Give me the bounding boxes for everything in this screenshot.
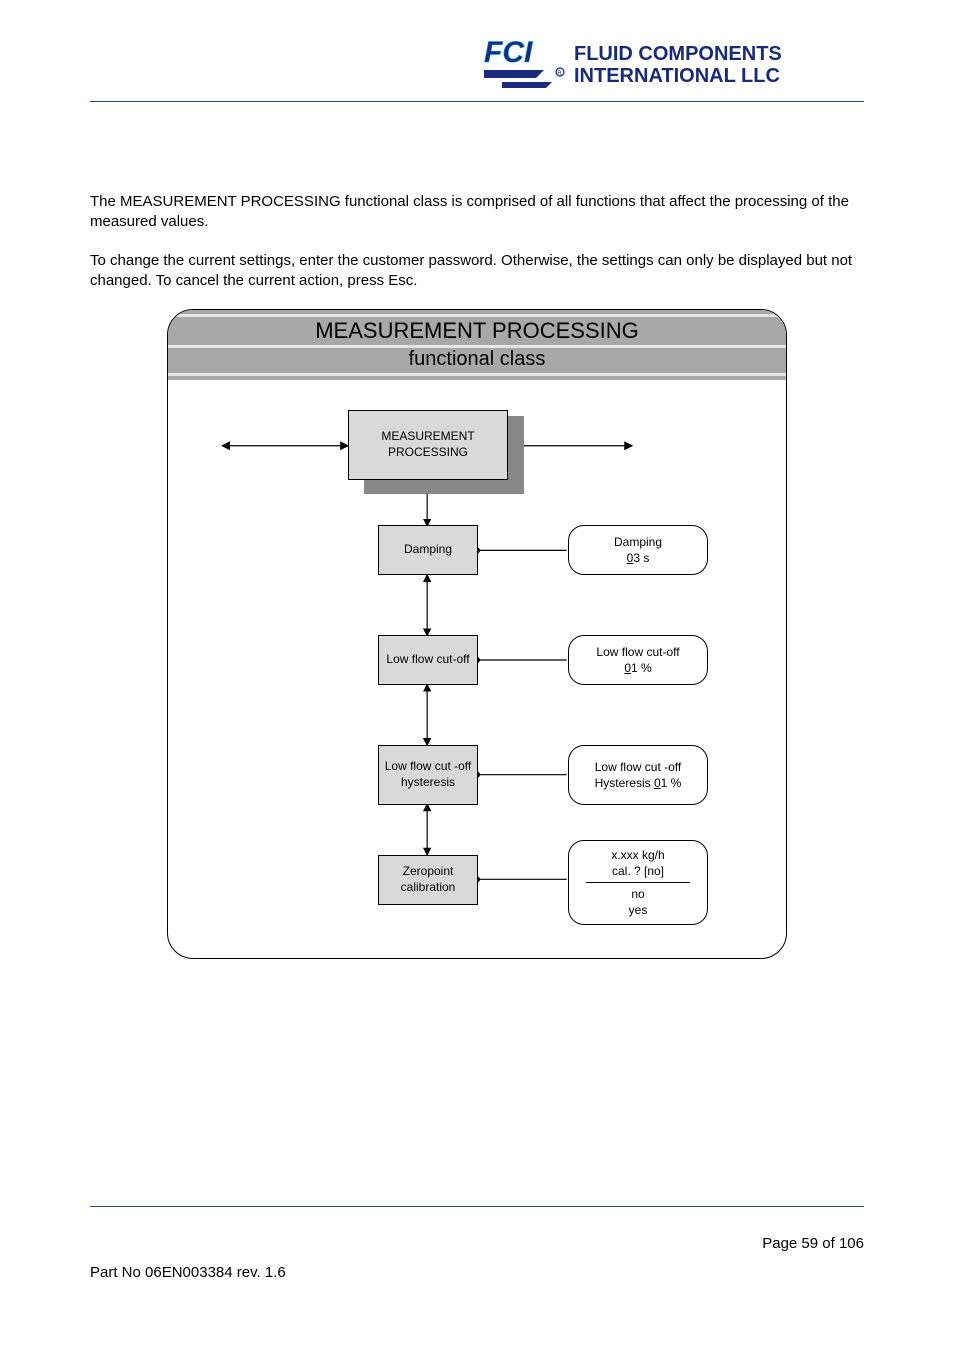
node-lowflowhyst-line2: hysteresis xyxy=(385,775,471,791)
diagram-subtitle: functional class xyxy=(168,348,786,373)
value-lowflow-value: 01 % xyxy=(624,660,651,676)
diagram-title-bars: MEASUREMENT PROCESSING functional class xyxy=(168,310,786,380)
diagram-measurement-processing: MEASUREMENT PROCESSING functional class xyxy=(167,309,787,959)
svg-text:FCI: FCI xyxy=(484,40,533,69)
value-zeropoint-line2: cal. ? [no] xyxy=(612,863,664,879)
value-zeropoint-opt2: yes xyxy=(629,902,648,918)
page-header: FCI R FLUID COMPONENTS INTERNATIONAL LLC xyxy=(90,40,864,102)
value-damping-label: Damping xyxy=(614,534,662,550)
node-lowflow: Low flow cut-off xyxy=(378,635,478,685)
value-zeropoint-divider xyxy=(586,882,690,883)
value-lowflow-label: Low flow cut-off xyxy=(596,644,679,660)
svg-text:R: R xyxy=(557,71,562,77)
footer-page-number: Page 59 of 106 xyxy=(90,1235,864,1252)
diagram-title: MEASUREMENT PROCESSING xyxy=(168,317,786,345)
value-zeropoint-line1: x.xxx kg/h xyxy=(611,847,664,863)
node-damping: Damping xyxy=(378,525,478,575)
node-root: MEASUREMENT PROCESSING xyxy=(348,410,508,480)
intro-paragraph-1: The MEASUREMENT PROCESSING functional cl… xyxy=(90,192,864,233)
node-zeropoint-line2: calibration xyxy=(401,880,456,896)
page-footer: Page 59 of 106 Part No 06EN003384 rev. 1… xyxy=(90,1206,864,1281)
node-root-line2: PROCESSING xyxy=(381,445,474,461)
value-zeropoint: x.xxx kg/h cal. ? [no] no yes xyxy=(568,840,708,925)
value-damping: Damping 03 s xyxy=(568,525,708,575)
value-lowflowhyst: Low flow cut -off Hysteresis 01 % xyxy=(568,745,708,805)
footer-part-number: Part No 06EN003384 rev. 1.6 xyxy=(90,1264,864,1281)
node-root-line1: MEASUREMENT xyxy=(381,429,474,445)
value-lowflowhyst-value: Hysteresis 01 % xyxy=(595,775,682,791)
value-lowflow: Low flow cut-off 01 % xyxy=(568,635,708,685)
intro-paragraph-2: To change the current settings, enter th… xyxy=(90,251,864,292)
node-zeropoint-line1: Zeropoint xyxy=(401,864,456,880)
company-logo: FCI R FLUID COMPONENTS INTERNATIONAL LLC xyxy=(484,40,864,93)
node-zeropoint: Zeropoint calibration xyxy=(378,855,478,905)
value-lowflowhyst-label: Low flow cut -off xyxy=(595,759,681,775)
node-lowflowhyst: Low flow cut -off hysteresis xyxy=(378,745,478,805)
logo-sub-text: INTERNATIONAL LLC xyxy=(574,65,780,87)
value-zeropoint-opt1: no xyxy=(631,886,644,902)
value-damping-value: 03 s xyxy=(627,550,650,566)
logo-main-text: FLUID COMPONENTS xyxy=(574,43,782,65)
node-lowflowhyst-line1: Low flow cut -off xyxy=(385,759,471,775)
